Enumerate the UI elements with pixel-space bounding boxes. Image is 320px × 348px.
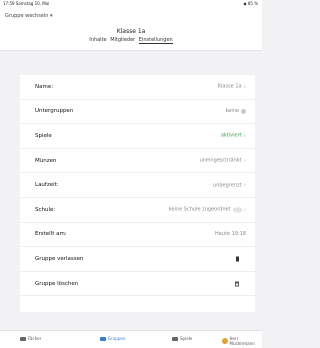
- setting-label: Untergruppen: [35, 108, 74, 115]
- setting-row-muenzen[interactable]: Münzen uneingeschränkt ›: [20, 149, 255, 174]
- setting-row-untergruppen[interactable]: Untergruppen keine: [20, 100, 255, 125]
- setting-row-erstellt: Erstellt am: Heute 19:18: [20, 223, 255, 248]
- groups-icon: [100, 336, 106, 341]
- spiele-value: aktiviert: [220, 132, 242, 139]
- tabbar-item-gruppen[interactable]: Gruppen: [100, 336, 125, 341]
- setting-value: Heute 19:18: [215, 231, 246, 237]
- setting-label: Laufzeit:: [35, 182, 59, 189]
- laufzeit-value: unbegrenzt: [213, 182, 242, 189]
- muenzen-value: uneingeschränkt: [199, 157, 242, 164]
- subjects-icon: [20, 336, 26, 341]
- games-icon: [172, 336, 178, 341]
- avatar-icon: [222, 338, 228, 344]
- page-title: Klasse 1a: [116, 28, 146, 35]
- delete-group-row[interactable]: Gruppe löschen: [20, 272, 255, 297]
- schule-value: keine Schule zugeordnet: [168, 206, 231, 213]
- tab-mitglieder[interactable]: Mitglieder: [110, 37, 135, 43]
- tab-einstellungen[interactable]: Einstellungen: [138, 37, 173, 44]
- setting-row-spiele[interactable]: Spiele aktiviert ›: [20, 124, 255, 149]
- status-time: 17:59 Samstag 10. Mai: [3, 1, 50, 6]
- setting-value: uneingeschränkt ›: [200, 157, 246, 164]
- setting-label: Name:: [35, 83, 54, 90]
- setting-value: keine Schule zugeordnet ›: [169, 206, 246, 213]
- status-battery: ◆ 85 %: [243, 1, 258, 6]
- settings-card: Name: Klasse 1a › Untergruppen keine Spi…: [20, 75, 255, 312]
- tab-inhalte[interactable]: Inhalte: [89, 37, 106, 43]
- tabbar-label: Fächer: [28, 336, 42, 341]
- setting-value: unbegrenzt ›: [213, 182, 246, 189]
- setting-label: Spiele: [35, 132, 52, 139]
- setting-value: Klasse 1a ›: [218, 83, 246, 90]
- chevron-right-icon: ›: [243, 157, 246, 165]
- circle-icon: [241, 108, 246, 114]
- tabbar-item-profile[interactable]: Herr Mustermann: [222, 336, 262, 346]
- toggle-icon[interactable]: [232, 207, 242, 213]
- setting-row-laufzeit[interactable]: Laufzeit: unbegrenzt ›: [20, 173, 255, 198]
- chevron-right-icon: ›: [243, 83, 246, 91]
- chevron-right-icon: ›: [243, 181, 246, 189]
- setting-value: aktiviert ›: [221, 132, 246, 139]
- switch-group-button[interactable]: Gruppe wechseln ▾: [5, 13, 53, 19]
- header-tabs: Inhalte Mitglieder Einstellungen: [0, 37, 262, 44]
- leave-group-row[interactable]: Gruppe verlassen: [20, 247, 255, 272]
- tabbar-item-faecher[interactable]: Fächer: [20, 336, 41, 341]
- setting-label: Schule:: [35, 206, 56, 213]
- status-bar: 17:59 Samstag 10. Mai ◆ 85 %: [0, 0, 262, 8]
- setting-row-name[interactable]: Name: Klasse 1a ›: [20, 75, 255, 100]
- trash-icon: [235, 281, 239, 287]
- header: Gruppe wechseln ▾ Klasse 1a Inhalte Mitg…: [0, 8, 262, 51]
- chevron-right-icon: ›: [243, 132, 246, 140]
- tabbar-label: Spiele: [180, 336, 193, 341]
- erstellt-value: Heute 19:18: [214, 231, 246, 238]
- leave-door-icon: [236, 256, 239, 262]
- tabbar-item-spiele[interactable]: Spiele: [172, 336, 192, 341]
- tabbar-label: Gruppen: [108, 336, 126, 341]
- setting-label: Gruppe verlassen: [35, 255, 84, 262]
- bottom-tab-bar: Fächer Gruppen Spiele Herr Mustermann: [0, 330, 262, 348]
- setting-label: Münzen: [35, 157, 57, 164]
- chevron-right-icon: ›: [243, 206, 246, 214]
- name-value: Klasse 1a: [217, 83, 242, 90]
- tabbar-label: Herr Mustermann: [229, 336, 255, 346]
- setting-label: Erstellt am:: [35, 231, 67, 238]
- setting-row-schule[interactable]: Schule: keine Schule zugeordnet ›: [20, 198, 255, 223]
- setting-value: keine: [226, 108, 246, 114]
- setting-label: Gruppe löschen: [35, 280, 79, 287]
- untergruppen-value: keine: [225, 108, 239, 115]
